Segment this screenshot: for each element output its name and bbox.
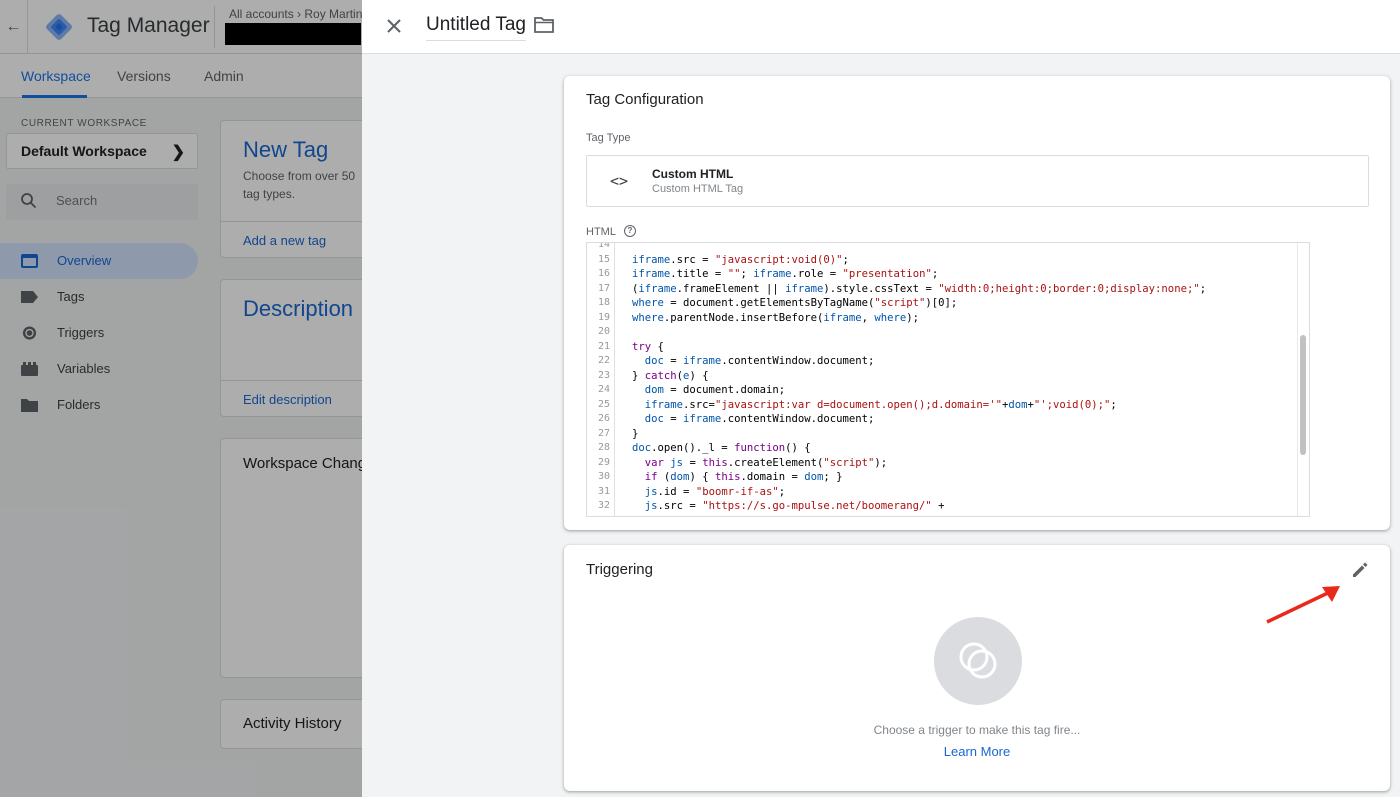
tag-type-selector[interactable]: <> Custom HTML Custom HTML Tag [586, 155, 1369, 207]
line-number: 21 [597, 340, 610, 352]
line-number: 24 [597, 384, 610, 395]
code-line[interactable]: 21 try { [587, 340, 1297, 355]
line-number: 17 [597, 282, 610, 294]
line-number: 23 [597, 369, 610, 381]
code-icon: <> [610, 172, 629, 190]
tag-editor-panel: Untitled Tag Tag Configuration Tag Type … [362, 0, 1400, 797]
line-number: 30 [597, 471, 610, 482]
code-lines: 14 15 iframe.src = "javascript:void(0)"; 16… [587, 242, 1297, 514]
code-line[interactable]: 30 if (dom) { this.domain = dom; } [587, 470, 1297, 485]
code-text: try { [632, 340, 664, 353]
line-number: 27 [597, 427, 610, 439]
code-text: doc = iframe.contentWindow.document; [644, 355, 875, 367]
code-line[interactable]: 15 iframe.src = "javascript:void(0)"; [587, 253, 1297, 268]
code-line[interactable]: 27} [587, 427, 1297, 442]
line-number: 20 [597, 326, 610, 337]
code-line[interactable]: 32 js.src = "https://s.go-mpulse.net/boo… [587, 499, 1297, 514]
tag-name-field[interactable]: Untitled Tag [426, 14, 526, 41]
code-line[interactable]: 16 iframe.title = ""; iframe.role = "pres… [587, 267, 1297, 282]
code-text: js.id = "boomr-if-as"; [644, 485, 786, 498]
line-number: 26 [597, 413, 610, 424]
line-number: 31 [597, 485, 610, 497]
scrollbar-thumb[interactable] [1300, 335, 1306, 455]
triggering-title: Triggering [586, 561, 653, 578]
code-text: (iframe.frameElement || iframe).style.cs… [632, 282, 1207, 295]
code-line[interactable]: 19 where.parentNode.insertBefore(iframe, … [587, 311, 1297, 326]
line-number: 15 [597, 253, 610, 265]
panel-header: Untitled Tag [362, 0, 1400, 54]
tag-type-description: Custom HTML Tag [652, 183, 744, 195]
tag-type-name: Custom HTML [652, 167, 734, 181]
code-text: var js = this.createElement("script"); [644, 456, 888, 469]
line-number: 22 [597, 355, 610, 366]
line-number: 16 [597, 268, 610, 279]
code-line[interactable]: 25 iframe.src="javascript:var d=document… [587, 398, 1297, 413]
tag-configuration-title: Tag Configuration [586, 91, 704, 108]
code-text: dom = document.domain; [644, 384, 786, 396]
code-line[interactable]: 26 doc = iframe.contentWindow.document; [587, 412, 1297, 427]
line-number: 32 [597, 500, 610, 511]
line-number: 18 [597, 297, 610, 308]
close-icon[interactable] [383, 15, 405, 37]
code-text: where.parentNode.insertBefore(iframe, wh… [632, 311, 920, 324]
code-text: } [632, 427, 639, 440]
code-line[interactable]: 20 [587, 325, 1297, 340]
annotation-arrow [1266, 586, 1340, 624]
code-text: iframe.src="javascript:var d=document.op… [644, 398, 1117, 411]
code-line[interactable]: 23 } catch(e) { [587, 369, 1297, 384]
editor-scrollbar[interactable] [1297, 243, 1309, 516]
code-text: if (dom) { this.domain = dom; } [644, 471, 843, 483]
code-text: where = document.getElementsByTagName("s… [632, 297, 958, 309]
code-line[interactable]: 31 js.id = "boomr-if-as"; [587, 485, 1297, 500]
line-number: 19 [597, 311, 610, 323]
code-line[interactable]: 18 where = document.getElementsByTagName(… [587, 296, 1297, 311]
line-number: 25 [597, 398, 610, 410]
learn-more-link[interactable]: Learn More [564, 744, 1390, 759]
code-text: doc = iframe.contentWindow.document; [644, 413, 875, 425]
html-code-editor[interactable]: 14 15 iframe.src = "javascript:void(0)"; 16… [586, 242, 1310, 517]
code-text: js.src = "https://s.go-mpulse.net/boomer… [644, 500, 945, 512]
code-text: iframe.title = ""; iframe.role = "presen… [632, 268, 939, 280]
code-text: doc.open()._l = function() { [632, 442, 811, 454]
line-number: 29 [597, 456, 610, 468]
tag-configuration-card: Tag Configuration Tag Type <> Custom HTM… [564, 76, 1390, 530]
line-number: 28 [597, 442, 610, 453]
code-text: iframe.src = "javascript:void(0)"; [632, 253, 849, 266]
code-line[interactable]: 28 doc.open()._l = function() { [587, 441, 1297, 456]
tag-type-label: Tag Type [586, 132, 631, 144]
code-line[interactable]: 29 var js = this.createElement("script")… [587, 456, 1297, 471]
code-line[interactable]: 17 (iframe.frameElement || iframe).style.… [587, 282, 1297, 297]
line-number: 14 [597, 242, 610, 250]
html-label: HTML [586, 226, 616, 238]
help-icon[interactable]: ? [624, 225, 636, 237]
pencil-edit-icon[interactable] [1350, 560, 1370, 580]
trigger-hint: Choose a trigger to make this tag fire..… [873, 723, 1081, 737]
code-text: } catch(e) { [632, 369, 709, 382]
folder-icon[interactable] [534, 16, 554, 34]
trigger-placeholder-circle[interactable] [934, 617, 1022, 705]
code-line[interactable]: 22 doc = iframe.contentWindow.document; [587, 354, 1297, 369]
trigger-icon [959, 642, 997, 679]
code-line[interactable]: 24 dom = document.domain; [587, 383, 1297, 398]
code-line[interactable]: 14 [587, 242, 1297, 253]
